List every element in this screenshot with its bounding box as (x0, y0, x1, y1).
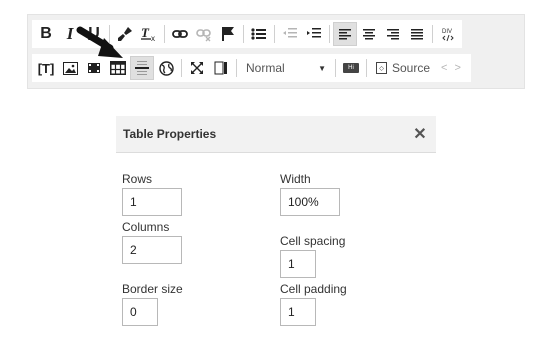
align-left-button[interactable] (333, 22, 357, 46)
rows-label: Rows (122, 172, 153, 186)
indent-icon (307, 28, 321, 38)
svg-text:T: T (141, 26, 150, 40)
code-icon: < > (441, 62, 463, 74)
dialog-title: Table Properties (123, 127, 217, 141)
align-center-icon (363, 29, 375, 40)
remove-format-icon: Tx (141, 26, 155, 42)
rows-input[interactable]: 1 (122, 188, 182, 216)
bold-icon: B (40, 25, 52, 42)
special-char-button[interactable] (154, 56, 178, 80)
align-center-button[interactable] (357, 22, 381, 46)
columns-input[interactable]: 2 (122, 236, 182, 264)
align-right-icon (387, 29, 399, 40)
separator (329, 25, 330, 43)
border-size-input[interactable]: 0 (122, 298, 158, 326)
cell-spacing-label: Cell spacing (280, 234, 346, 248)
hi-badge-icon: Hi (343, 63, 359, 73)
border-size-label: Border size (122, 282, 183, 296)
separator (335, 59, 336, 77)
link-icon (172, 30, 188, 38)
columns-label: Columns (122, 220, 170, 234)
maximize-button[interactable] (185, 56, 209, 80)
width-input[interactable]: 100% (280, 188, 340, 216)
cell-spacing-input[interactable]: 1 (280, 250, 316, 278)
align-left-icon (339, 29, 351, 40)
paragraph-format-select[interactable]: Normal ▼ (240, 56, 332, 80)
unlink-icon (196, 29, 211, 42)
table-properties-dialog-header: Table Properties ✕ (116, 116, 436, 153)
source-label: Source (392, 61, 431, 75)
source-button[interactable]: ◇ Source < > (370, 56, 469, 80)
horizontal-line-icon (135, 61, 149, 75)
source-icon: ◇ (376, 62, 387, 74)
div-container-icon: DIV (442, 29, 454, 42)
separator (236, 59, 237, 77)
width-label: Width (280, 172, 311, 186)
increase-indent-button[interactable] (302, 22, 326, 46)
separator (432, 25, 433, 43)
cell-padding-label: Cell padding (280, 282, 347, 296)
italic-icon: I (66, 24, 74, 43)
horizontal-line-button[interactable] (130, 56, 154, 80)
decrease-indent-button[interactable] (278, 22, 302, 46)
outdent-icon (283, 28, 297, 38)
separator (181, 59, 182, 77)
bulleted-list-icon (251, 28, 266, 40)
text-field-button[interactable]: [T] (34, 56, 58, 80)
bulleted-list-button[interactable] (247, 22, 271, 46)
bold-button[interactable]: B (34, 22, 58, 46)
justify-button[interactable] (405, 22, 429, 46)
chevron-down-icon: ▼ (318, 63, 326, 73)
align-right-button[interactable] (381, 22, 405, 46)
create-div-button[interactable]: DIV (436, 22, 460, 46)
svg-text:x: x (151, 34, 155, 42)
text-field-icon: [T] (37, 60, 55, 76)
separator (243, 25, 244, 43)
separator (366, 59, 367, 77)
show-blocks-icon (214, 61, 227, 75)
show-blocks-button[interactable] (209, 56, 233, 80)
separator (164, 25, 165, 43)
highlight-button[interactable]: Hi (339, 56, 363, 80)
globe-icon (158, 60, 174, 76)
remove-format-button[interactable]: Tx (137, 22, 161, 46)
justify-icon (411, 29, 423, 40)
format-select-value: Normal (246, 61, 285, 75)
separator (274, 25, 275, 43)
div-icon-text: DIV (442, 29, 452, 35)
link-button[interactable] (168, 22, 192, 46)
anchor-button[interactable] (216, 22, 240, 46)
maximize-icon (191, 62, 203, 74)
cell-padding-input[interactable]: 1 (280, 298, 316, 326)
flag-icon (222, 27, 234, 41)
close-icon[interactable]: ✕ (412, 124, 428, 144)
pointer-arrow-icon (76, 26, 123, 58)
unlink-button[interactable] (192, 22, 216, 46)
